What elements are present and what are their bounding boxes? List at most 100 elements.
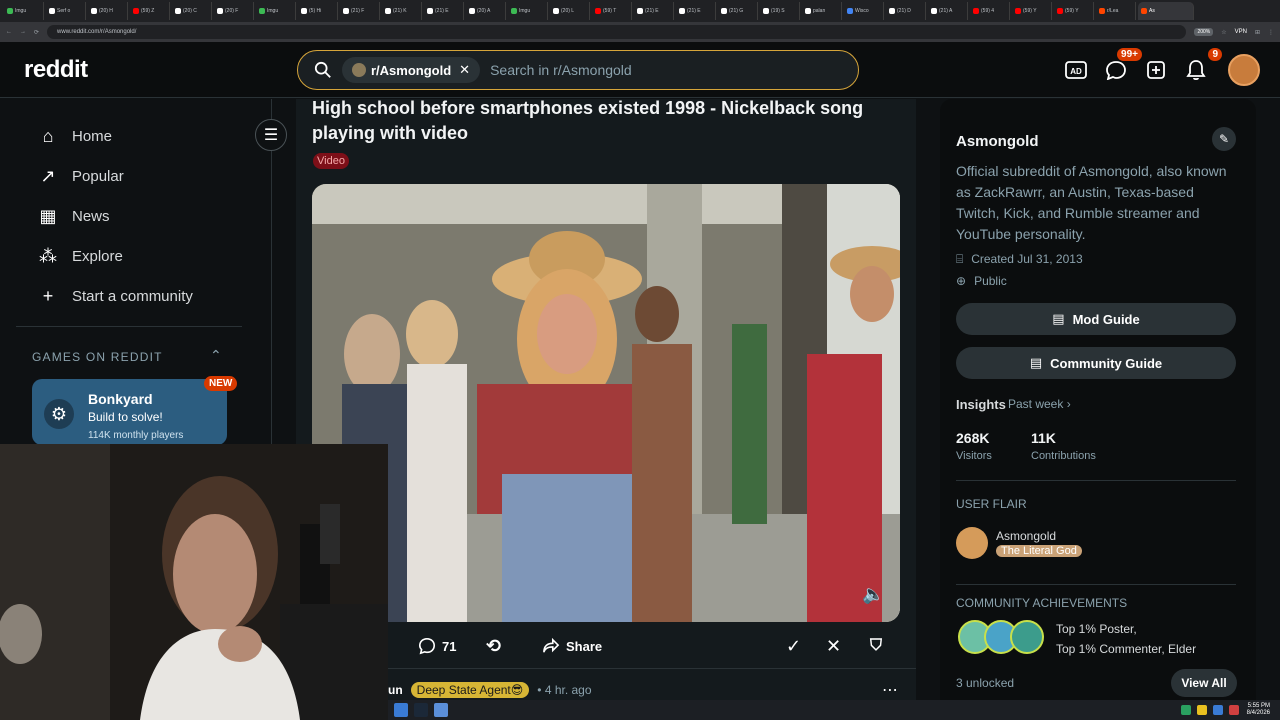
browser-tab[interactable]: Imgu bbox=[256, 2, 296, 20]
zoom-indicator[interactable]: 200% bbox=[1194, 28, 1214, 36]
tab-favicon-icon bbox=[427, 8, 433, 14]
bookmark-star-icon[interactable]: ☆ bbox=[1221, 29, 1226, 36]
browser-tab[interactable]: (21) E bbox=[634, 2, 674, 20]
sidebar-item-start-a-community[interactable]: + Start a community bbox=[38, 286, 193, 306]
post-flair[interactable]: Video bbox=[313, 153, 349, 169]
comment-icon bbox=[418, 637, 436, 655]
remove-icon[interactable]: ✕ bbox=[826, 628, 841, 664]
os-taskbar: 5:55 PM 8/4/2026 bbox=[388, 700, 1280, 720]
flair-text-badge[interactable]: The Literal God bbox=[996, 545, 1082, 557]
tab-favicon-icon bbox=[511, 8, 517, 14]
tab-favicon-icon bbox=[679, 8, 685, 14]
browser-tab[interactable]: (20) H bbox=[88, 2, 128, 20]
games-section-header[interactable]: GAMES ON REDDIT bbox=[32, 350, 163, 364]
gear-icon: ⚙ bbox=[44, 399, 74, 429]
tab-favicon-icon bbox=[301, 8, 307, 14]
extensions-icon[interactable]: ⊞ bbox=[1255, 29, 1260, 36]
create-post-icon[interactable] bbox=[1140, 54, 1172, 86]
browser-tab[interactable]: (20) F bbox=[214, 2, 254, 20]
forward-icon[interactable]: → bbox=[20, 29, 26, 35]
browser-tab-active[interactable]: As bbox=[1138, 2, 1194, 20]
post-title[interactable]: High school before smartphones existed 1… bbox=[312, 96, 907, 146]
browser-tab[interactable]: (5) Hi bbox=[298, 2, 338, 20]
sidebar-item-popular[interactable]: ↗ Popular bbox=[38, 166, 123, 186]
search-input[interactable]: Search in r/Asmongold bbox=[490, 62, 632, 78]
browser-tab[interactable]: palan bbox=[802, 2, 842, 20]
next-post-time: • 4 hr. ago bbox=[537, 683, 592, 697]
mod-shield-icon[interactable]: ⛉ bbox=[870, 628, 882, 664]
view-all-button[interactable]: View All bbox=[1171, 669, 1237, 697]
browser-tab[interactable]: (59) Y bbox=[1054, 2, 1094, 20]
browser-tab[interactable]: (19) S bbox=[760, 2, 800, 20]
user-avatar[interactable] bbox=[1228, 54, 1260, 86]
vpn-indicator[interactable]: VPN bbox=[1235, 29, 1247, 35]
browser-tab[interactable]: (21) K bbox=[382, 2, 422, 20]
browser-tab[interactable]: r/Lea bbox=[1096, 2, 1136, 20]
tab-favicon-icon bbox=[1015, 8, 1021, 14]
tab-favicon-icon bbox=[175, 8, 181, 14]
tray-icon[interactable] bbox=[1228, 705, 1239, 715]
browser-tab[interactable]: (21) E bbox=[676, 2, 716, 20]
chip-close-icon[interactable]: ✕ bbox=[459, 62, 470, 78]
browser-tab[interactable]: (20) A bbox=[466, 2, 506, 20]
browser-tab[interactable]: (59) Z bbox=[130, 2, 170, 20]
subreddit-chip[interactable]: r/Asmongold ✕ bbox=[342, 57, 481, 83]
share-button[interactable]: Share bbox=[542, 628, 602, 664]
clock-time: 5:55 PM bbox=[1247, 703, 1270, 709]
tab-label: (5) Hi bbox=[309, 8, 322, 14]
tab-favicon-icon bbox=[217, 8, 223, 14]
browser-tab[interactable]: Imgu bbox=[508, 2, 548, 20]
back-icon[interactable]: ← bbox=[6, 29, 12, 35]
browser-tab[interactable]: Wisco bbox=[844, 2, 884, 20]
notifications-icon[interactable]: 9 bbox=[1180, 48, 1222, 86]
approve-icon[interactable]: ✓ bbox=[786, 628, 801, 664]
tray-icon[interactable] bbox=[1180, 705, 1191, 715]
tab-label: r/Lea bbox=[1107, 8, 1119, 14]
video-player[interactable]: 🔈 bbox=[312, 184, 900, 622]
sidebar-divider bbox=[956, 480, 1236, 481]
tray-icon[interactable] bbox=[1196, 705, 1207, 715]
post-actions-bar: 71 ⟲ Share ✓ ✕ ⛉ bbox=[296, 628, 916, 666]
browser-tab[interactable]: (59) Y bbox=[1012, 2, 1052, 20]
tab-label: (20) H bbox=[99, 8, 113, 14]
taskbar-app-icon[interactable] bbox=[434, 703, 448, 717]
community-guide-button[interactable]: ▤ Community Guide bbox=[956, 347, 1236, 379]
address-bar[interactable]: www.reddit.com/r/Asmongold/ bbox=[47, 25, 1187, 39]
taskbar-clock[interactable]: 5:55 PM 8/4/2026 bbox=[1247, 703, 1270, 717]
crosspost-button[interactable]: ⟲ bbox=[486, 628, 501, 664]
advertise-icon[interactable]: AD bbox=[1060, 54, 1092, 86]
browser-tab[interactable]: Serf o bbox=[46, 2, 86, 20]
more-options-icon[interactable]: ⋯ bbox=[882, 680, 898, 700]
browser-tab[interactable]: (21) D bbox=[886, 2, 926, 20]
browser-tab[interactable]: (21) G bbox=[718, 2, 758, 20]
browser-tab[interactable]: (59) T bbox=[592, 2, 632, 20]
browser-tab[interactable]: Imgu bbox=[4, 2, 44, 20]
chevron-up-icon[interactable]: ⌃ bbox=[210, 347, 222, 364]
browser-tab[interactable]: (20) L bbox=[550, 2, 590, 20]
comments-button[interactable]: 71 bbox=[418, 628, 456, 664]
browser-tab[interactable]: (21) A bbox=[928, 2, 968, 20]
volume-icon[interactable]: 🔈 bbox=[862, 584, 884, 605]
chat-icon[interactable]: 99+ bbox=[1100, 48, 1142, 86]
browser-tab[interactable]: (21) E bbox=[424, 2, 464, 20]
taskbar-app-icon[interactable] bbox=[414, 703, 428, 717]
game-card-bonkyard[interactable]: ⚙ Bonkyard Build to solve! 114K monthly … bbox=[32, 379, 227, 445]
mod-guide-button[interactable]: ▤ Mod Guide bbox=[956, 303, 1236, 335]
browser-tab[interactable]: (20) C bbox=[172, 2, 212, 20]
tray-icon[interactable] bbox=[1212, 705, 1223, 715]
tab-label: (59) 4 bbox=[981, 8, 995, 14]
sidebar-item-home[interactable]: ⌂ Home bbox=[38, 126, 112, 146]
taskbar-app-icon[interactable] bbox=[394, 703, 408, 717]
sidebar-item-explore[interactable]: ⁂ Explore bbox=[38, 246, 123, 266]
next-post-username[interactable]: un bbox=[388, 683, 403, 697]
reload-icon[interactable]: ⟳ bbox=[34, 29, 39, 36]
browser-tab[interactable]: (59) 4 bbox=[970, 2, 1010, 20]
sidebar-toggle-icon[interactable]: ☰ bbox=[255, 119, 287, 151]
reddit-logo[interactable]: reddit bbox=[24, 56, 88, 84]
menu-icon[interactable]: ⋮ bbox=[1268, 29, 1274, 36]
edit-pencil-icon[interactable]: ✎ bbox=[1212, 127, 1236, 151]
sidebar-item-news[interactable]: ▦ News bbox=[38, 206, 109, 226]
browser-tab[interactable]: (21) F bbox=[340, 2, 380, 20]
search-bar[interactable]: r/Asmongold ✕ Search in r/Asmongold bbox=[297, 50, 859, 90]
insights-range[interactable]: Past week › bbox=[1008, 397, 1071, 411]
